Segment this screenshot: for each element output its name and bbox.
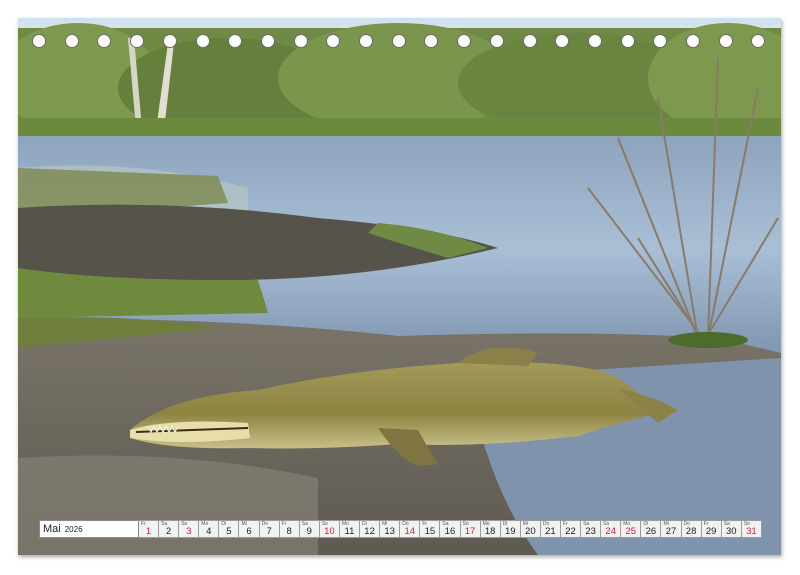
binding-ring xyxy=(718,34,733,48)
day-number: 10 xyxy=(324,526,335,537)
day-cell: Fr 1 xyxy=(139,520,160,538)
day-number: 6 xyxy=(246,526,252,537)
day-cell: Sa 23 xyxy=(581,520,602,538)
day-number: 27 xyxy=(665,526,677,537)
binding-ring xyxy=(587,34,602,48)
day-number: 8 xyxy=(286,526,292,537)
day-cell: Mo 4 xyxy=(199,520,220,538)
day-number: 30 xyxy=(725,526,737,537)
day-number: 24 xyxy=(605,526,616,537)
day-cell: Mo 11 xyxy=(339,520,361,538)
day-cell: So 24 xyxy=(601,520,622,538)
month-name: Mai xyxy=(43,523,61,535)
day-cell: Sa 16 xyxy=(440,520,461,538)
day-number: 31 xyxy=(746,526,757,537)
day-number: 25 xyxy=(625,526,637,537)
binding-ring xyxy=(751,34,766,48)
day-number: 29 xyxy=(705,526,717,537)
binding-ring xyxy=(130,34,145,48)
day-cell: So 10 xyxy=(319,520,340,538)
day-cell: Sa 9 xyxy=(299,520,320,538)
day-number: 19 xyxy=(504,526,516,537)
calendar-page: Mai 2026 Fr 1 Sa 2 So 3 Mo 4 Di 5 Mi 6 Do 7 Fr 8 Sa 9 So 10… xyxy=(18,18,781,555)
day-cell: Do 21 xyxy=(540,520,561,538)
binding-ring xyxy=(162,34,177,48)
binding-ring xyxy=(359,34,373,48)
day-cell: So 31 xyxy=(741,520,762,538)
day-cell: Di 19 xyxy=(500,520,521,538)
day-number: 12 xyxy=(364,526,375,537)
day-number: 23 xyxy=(585,526,596,537)
binding-ring xyxy=(555,34,570,48)
day-number: 15 xyxy=(424,526,436,537)
day-cell: Mo 18 xyxy=(480,520,501,538)
day-number: 28 xyxy=(685,526,697,537)
day-number: 13 xyxy=(384,526,395,537)
binding-ring xyxy=(195,34,210,48)
binding-ring xyxy=(97,34,112,48)
binding-ring xyxy=(424,34,439,48)
day-number: 17 xyxy=(464,526,476,537)
binding-ring xyxy=(653,34,668,48)
day-number: 16 xyxy=(444,526,456,537)
day-cell: Fr 8 xyxy=(279,520,300,538)
day-number: 11 xyxy=(344,526,355,537)
binding-ring xyxy=(293,34,308,48)
calendar-strip: Mai 2026 Fr 1 Sa 2 So 3 Mo 4 Di 5 Mi 6 Do 7 Fr 8 Sa 9 So 10… xyxy=(39,520,762,538)
crocodile-photo xyxy=(18,18,781,555)
day-cell: Do 28 xyxy=(681,520,702,538)
day-cell: Mi 27 xyxy=(661,520,682,538)
binding-ring xyxy=(620,34,635,48)
binding-ring xyxy=(489,34,504,48)
day-number: 7 xyxy=(266,526,272,537)
day-number: 14 xyxy=(404,526,416,537)
day-cell: Mo 25 xyxy=(621,520,642,538)
day-cell: Sa 2 xyxy=(159,520,180,538)
day-number: 20 xyxy=(525,526,536,537)
binding-ring xyxy=(64,34,79,48)
day-number: 1 xyxy=(145,526,152,537)
binding-ring xyxy=(457,34,472,48)
day-cell: Di 12 xyxy=(360,520,381,538)
day-cell: Mi 13 xyxy=(380,520,401,538)
day-number: 9 xyxy=(306,526,312,537)
day-cell: So 17 xyxy=(460,520,481,538)
binding-ring xyxy=(326,34,341,48)
binding-ring xyxy=(522,34,537,48)
binding-ring xyxy=(228,34,243,48)
day-number: 21 xyxy=(545,526,556,537)
day-cells: Fr 1 Sa 2 So 3 Mo 4 Di 5 Mi 6 Do 7 Fr 8 Sa 9 So 10 Mo 11 Di 12 M… xyxy=(139,520,762,538)
month-label: Mai 2026 xyxy=(39,520,139,538)
spiral-binding xyxy=(18,34,781,50)
day-number: 26 xyxy=(645,526,657,537)
day-cell: Do 14 xyxy=(400,520,421,538)
day-cell: Fr 22 xyxy=(560,520,582,538)
day-cell: Di 5 xyxy=(219,520,240,538)
day-number: 22 xyxy=(565,526,576,537)
day-cell: Sa 30 xyxy=(721,520,742,538)
day-cell: Mi 20 xyxy=(520,520,541,538)
day-cell: Mi 6 xyxy=(239,520,260,538)
day-cell: Fr 29 xyxy=(701,520,722,538)
day-number: 4 xyxy=(206,526,212,537)
day-cell: Di 26 xyxy=(641,520,662,538)
day-cell: Fr 15 xyxy=(420,520,441,538)
binding-ring xyxy=(260,34,275,48)
binding-ring xyxy=(391,34,406,48)
day-number: 2 xyxy=(165,526,172,537)
day-cell: So 3 xyxy=(179,520,200,538)
year-label: 2026 xyxy=(64,524,83,534)
day-number: 3 xyxy=(186,526,192,537)
binding-ring xyxy=(32,34,46,48)
binding-ring xyxy=(686,34,700,48)
day-number: 5 xyxy=(226,526,232,537)
day-number: 18 xyxy=(484,526,496,537)
day-cell: Do 7 xyxy=(259,520,280,538)
